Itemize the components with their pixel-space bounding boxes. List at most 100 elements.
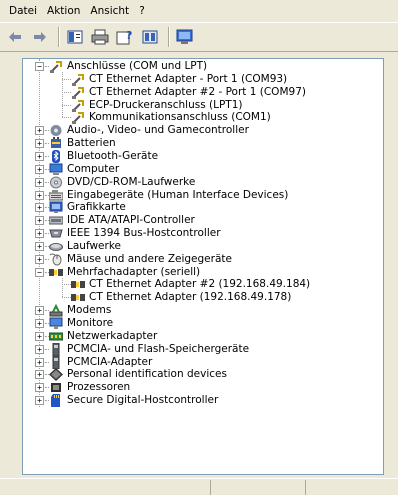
tree-item-label: Monitore [67, 317, 114, 329]
bluetooth-icon [49, 149, 63, 163]
expand-toggle[interactable]: + [35, 370, 44, 380]
tree-item-label: Eingabegeräte (Human Interface Devices) [67, 188, 289, 201]
expand-toggle[interactable]: + [35, 357, 44, 367]
tree-item-label: Kommunikationsanschluss (COM1) [89, 111, 271, 124]
expand-toggle[interactable]: + [35, 344, 44, 354]
audio-icon [49, 124, 63, 137]
expand-toggle[interactable]: + [35, 216, 44, 226]
status-panel-main [0, 480, 210, 495]
print-button[interactable] [89, 26, 111, 48]
processor-icon [49, 381, 63, 394]
tree-item-label: PCMCIA- und Flash-Speichergeräte [67, 342, 250, 355]
tree-item-label: Secure Digital-Hostcontroller [67, 394, 219, 407]
back-button[interactable] [4, 26, 26, 48]
disk-drive-icon [49, 240, 63, 253]
port-icon [71, 86, 85, 99]
menu-help[interactable]: ? [134, 0, 150, 22]
display-adapter-icon [49, 201, 63, 214]
dvd-icon [49, 176, 63, 189]
back-icon [9, 32, 21, 42]
scan-hardware-icon [176, 29, 193, 44]
tree-connector [62, 284, 71, 286]
tree-item-label: Laufwerke [67, 239, 121, 252]
mouse-icon [49, 253, 63, 266]
network-adapter-icon [49, 330, 63, 343]
expand-toggle[interactable]: + [35, 203, 44, 213]
menu-aktion[interactable]: Aktion [42, 0, 85, 22]
tree-item-label: Audio-, Video- und Gamecontroller [67, 124, 249, 137]
tree-item-label: IEEE 1394 Bus-Hostcontroller [67, 227, 221, 240]
modem-icon [49, 304, 63, 317]
view-icon [142, 30, 158, 44]
diamond-icon [49, 368, 63, 382]
forward-button[interactable] [29, 26, 51, 48]
monitor-icon [49, 317, 63, 330]
battery-icon [49, 137, 63, 150]
tree-item-label: Anschlüsse (COM und LPT) [67, 60, 208, 72]
tree-item-label: Mäuse und andere Zeigegeräte [67, 252, 232, 265]
tree-connector [62, 117, 71, 119]
tree-item-label: Bluetooth-Geräte [67, 149, 159, 162]
forward-icon [34, 32, 46, 42]
expand-toggle[interactable]: + [35, 190, 44, 200]
tree-item-label: Grafikkarte [67, 201, 126, 214]
computer-icon [49, 163, 63, 176]
menu-datei[interactable]: Datei [4, 0, 42, 22]
tree-item-label: Mehrfachadapter (seriell) [67, 265, 201, 278]
expand-toggle[interactable]: + [35, 164, 44, 174]
firewire-icon [49, 227, 63, 240]
tree-item-label: Personal identification devices [67, 368, 227, 381]
tree-item-label: IDE ATA/ATAPI-Controller [67, 214, 195, 227]
help-icon: ? [116, 29, 132, 45]
expand-toggle[interactable]: + [35, 331, 44, 341]
multiport-icon [71, 278, 85, 291]
multiport-icon [49, 266, 63, 279]
expand-toggle[interactable]: + [35, 319, 44, 328]
tree-item-label: DVD/CD-ROM-Laufwerke [67, 175, 196, 188]
status-panel-3 [305, 480, 398, 495]
expand-toggle[interactable]: + [35, 151, 44, 161]
tree-item-label: Computer [67, 162, 120, 175]
print-icon [91, 29, 109, 45]
port-icon [49, 60, 63, 73]
svg-text:?: ? [126, 29, 132, 42]
tree-item-label: CT Ethernet Adapter #2 - Port 1 (COM97) [89, 85, 306, 98]
tree-item-label: CT Ethernet Adapter - Port 1 (COM93) [89, 72, 288, 85]
pcmcia-icon [49, 355, 63, 369]
expand-toggle[interactable]: + [35, 383, 44, 393]
tree-item-label: Prozessoren [67, 381, 131, 394]
tree-item-label: Modems [67, 304, 112, 317]
tree-item-label: CT Ethernet Adapter #2 (192.168.49.184) [89, 278, 311, 291]
tree-connector [62, 91, 71, 93]
status-bar [0, 478, 398, 495]
port-icon [71, 111, 85, 125]
properties-button[interactable] [64, 26, 86, 48]
tree-item-label: ECP-Druckeranschluss (LPT1) [89, 98, 243, 111]
expand-toggle[interactable]: + [35, 177, 44, 187]
tree-item-label: Netzwerkadapter [67, 329, 158, 342]
tree-connector [62, 78, 71, 80]
collapse-toggle[interactable]: − [35, 62, 44, 71]
tree-connector [62, 277, 63, 298]
collapse-toggle[interactable]: − [35, 267, 44, 277]
expand-toggle[interactable]: + [35, 139, 44, 149]
view-button[interactable] [139, 26, 161, 48]
expand-toggle[interactable]: + [35, 126, 44, 136]
device-tree-panel: − Anschlüsse (COM und LPT) CT Ethernet Ada… [22, 58, 384, 475]
sd-icon [49, 394, 63, 408]
tree-connector [62, 297, 71, 299]
help-button[interactable]: ? [114, 26, 136, 48]
expand-toggle[interactable]: + [35, 254, 44, 264]
expand-toggle[interactable]: + [35, 306, 44, 316]
pcmcia-icon [49, 342, 63, 356]
scan-hardware-button[interactable] [174, 26, 196, 48]
menu-ansicht[interactable]: Ansicht [85, 0, 134, 22]
expand-toggle[interactable]: + [35, 229, 44, 239]
multiport-icon [71, 291, 85, 304]
expand-toggle[interactable]: + [35, 241, 44, 251]
tree-connector [62, 104, 71, 106]
expand-toggle[interactable]: + [35, 396, 44, 406]
port-icon [71, 73, 85, 86]
port-icon [71, 99, 85, 112]
status-panel-2 [210, 480, 305, 495]
